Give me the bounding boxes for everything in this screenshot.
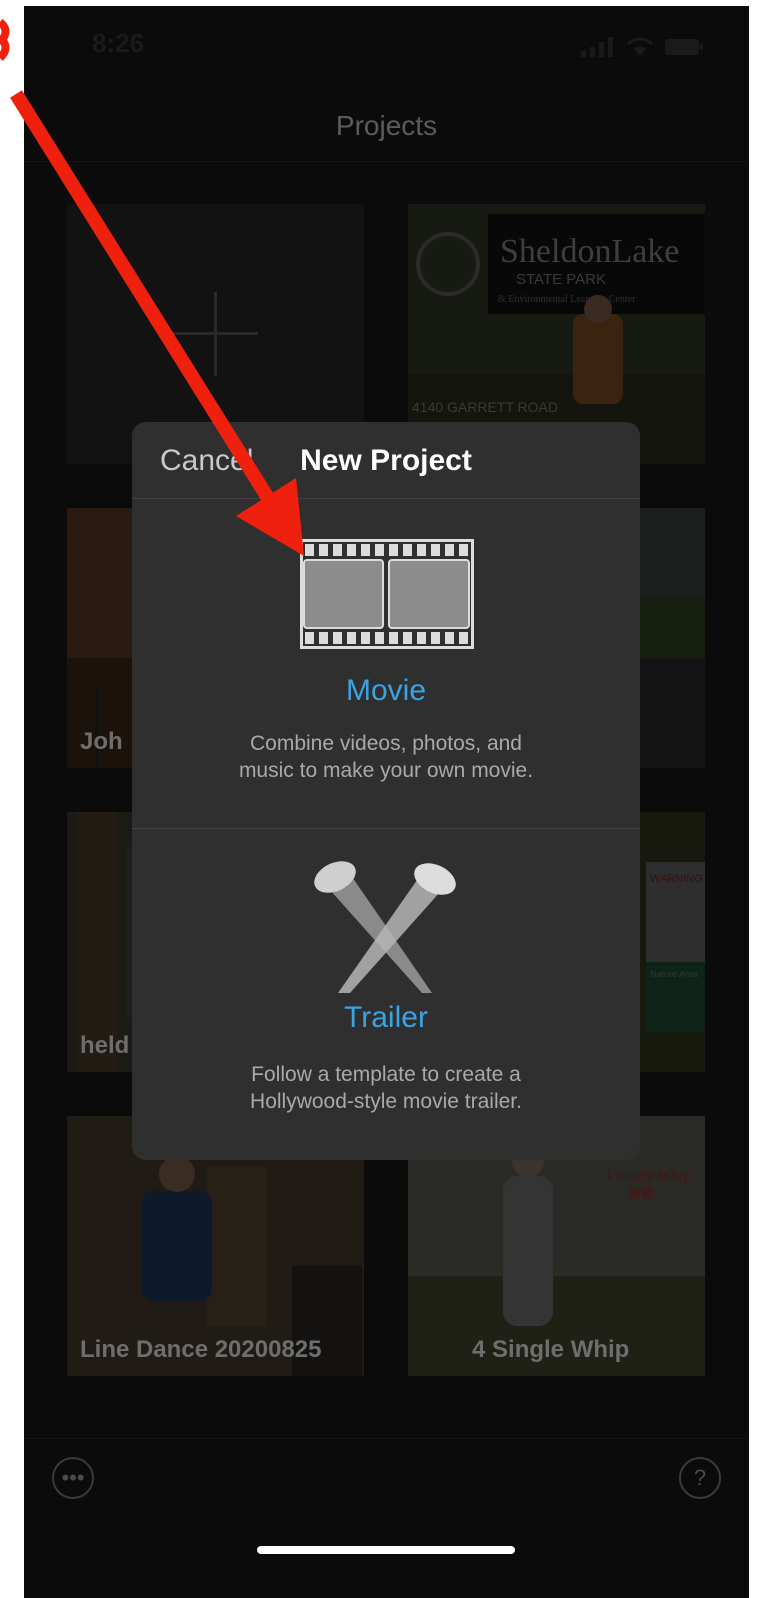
signal-icon [581,37,613,57]
home-indicator [257,1546,515,1554]
dialog-title: New Project [300,444,472,477]
question-icon: ? [693,1465,707,1490]
status-time: 8:26 [92,28,145,58]
project-label: held [80,1032,130,1059]
wifi-icon [627,37,653,56]
movie-description: Combine videos, photos, and music to mak… [192,730,580,784]
nature-text: Nature Area [650,969,698,979]
movie-title: Movie [345,674,427,707]
whip-thumb-cn: 單鞭 [628,1187,654,1202]
status-icons [581,36,705,58]
dialog-header: Cancel New Project [132,422,640,499]
project-label: Line Dance 20200825 [80,1336,322,1363]
battery-icon [665,39,703,55]
sign-text-3: & Environmental Learning Center [498,294,636,305]
ellipsis-icon: ••• [61,1465,85,1490]
trailer-desc-line1: Follow a template to create a [251,1063,521,1086]
help-button[interactable]: ? [679,1457,721,1499]
warning-text: WARNING [650,873,703,885]
movie-desc-line1: Combine videos, photos, and [249,732,522,755]
nav-divider [24,161,749,162]
trailer-desc-line2: Hollywood-style movie trailer. [250,1090,522,1113]
trailer-title: Trailer [344,1001,428,1034]
movie-desc-line2: music to make your own movie. [238,759,534,782]
film-strip-icon [300,539,474,649]
spotlights-icon [314,861,456,993]
sign-text-2: STATE PARK [516,271,606,288]
sign-text-1: SheldonLake [500,233,679,270]
trailer-option[interactable]: Trailer Follow a template to create a Ho… [132,829,640,1160]
trailer-description: Follow a template to create a Hollywood-… [192,1061,580,1115]
project-label: 4 Single Whip [472,1336,630,1363]
project-label: Joh [80,728,123,755]
whip-thumb-title: 4 Single Whip [604,1168,690,1184]
road-text: 4140 GARRETT ROAD [412,399,558,415]
page-title: Projects [335,110,438,141]
bottom-divider [24,1438,749,1439]
new-project-dialog: Cancel New Project Movie Combine videos,… [132,422,640,1160]
movie-option[interactable]: Movie Combine videos, photos, and music … [132,499,640,828]
more-button[interactable]: ••• [52,1457,94,1499]
